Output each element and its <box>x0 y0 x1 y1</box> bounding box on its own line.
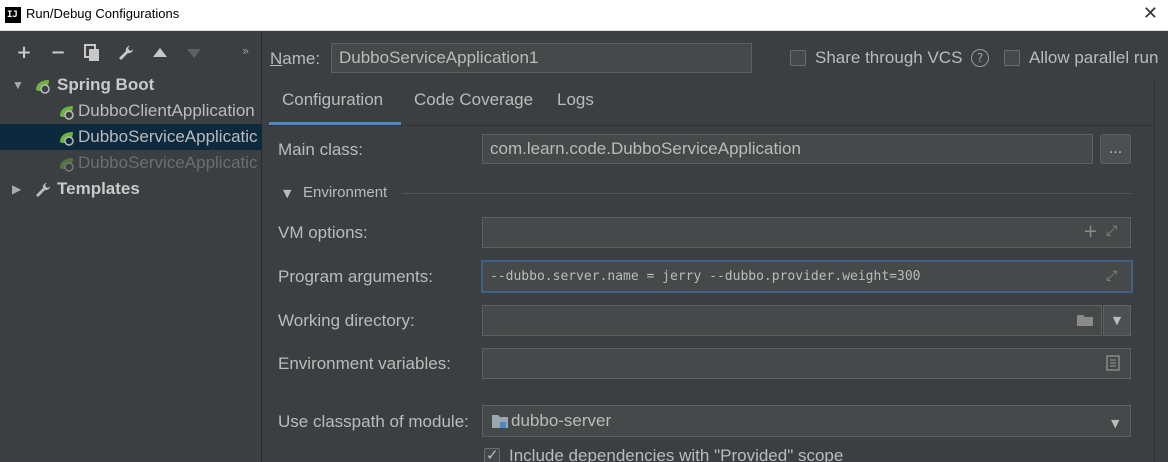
copy-configuration-icon[interactable] <box>81 42 103 64</box>
share-vcs-label: Share through VCS <box>815 48 963 67</box>
spring-boot-icon <box>36 80 50 94</box>
browse-main-class-button[interactable]: ... <box>1100 134 1131 164</box>
spring-boot-run-icon <box>60 106 74 120</box>
working-directory-input[interactable] <box>482 305 1102 336</box>
move-down-icon[interactable] <box>183 42 205 64</box>
close-icon[interactable]: ✕ <box>1143 3 1158 24</box>
include-provided-deps-label: Include dependencies with "Provided" sco… <box>509 446 844 462</box>
main-class-label: Main class: <box>278 140 364 159</box>
program-arguments-label: Program arguments: <box>278 267 433 286</box>
vertical-scrollbar[interactable] <box>1154 78 1168 462</box>
vm-options-label: VM options: <box>278 223 368 242</box>
tab-logs[interactable]: Logs <box>557 90 594 110</box>
tree-label-templates: Templates <box>57 179 140 198</box>
add-vm-option-icon[interactable]: + <box>1083 221 1098 242</box>
module-folder-icon <box>492 415 508 428</box>
program-arguments-input[interactable]: --dubbo.server.name = jerry --dubbo.prov… <box>481 260 1133 293</box>
configurations-sidebar: + − » ▼ Spring Boot DubboClientApplicati… <box>0 32 262 462</box>
spring-boot-run-icon <box>60 132 74 146</box>
add-configuration-button[interactable]: + <box>13 42 35 64</box>
environment-variables-input[interactable] <box>482 348 1131 379</box>
environment-variables-label: Environment variables: <box>278 354 451 373</box>
include-provided-deps-checkbox[interactable] <box>484 446 500 462</box>
tree-label-spring-boot: Spring Boot <box>57 75 155 94</box>
name-label: Name: <box>270 49 321 68</box>
allow-parallel-run-checkbox[interactable] <box>1004 50 1020 66</box>
section-expanded-arrow-icon[interactable]: ▼ <box>283 187 291 200</box>
chevron-down-icon[interactable]: ▼ <box>1103 305 1131 336</box>
main-class-input[interactable]: com.learn.code.DubboServiceApplication <box>482 134 1093 164</box>
spring-boot-run-icon <box>60 158 74 172</box>
remove-configuration-button[interactable]: − <box>47 42 69 64</box>
wrench-icon <box>36 182 51 197</box>
tree-node-spring-boot[interactable]: ▼ Spring Boot <box>0 72 262 98</box>
window-title: Run/Debug Configurations <box>26 6 180 21</box>
move-up-icon[interactable] <box>149 42 171 64</box>
wrench-edit-defaults-icon[interactable] <box>115 42 137 64</box>
allow-parallel-run-label: Allow parallel run <box>1029 48 1159 67</box>
tree-item-dubbo-client[interactable]: DubboClientApplication <box>0 98 262 124</box>
edit-variables-icon[interactable] <box>1106 355 1120 371</box>
classpath-module-label: Use classpath of module: <box>278 412 469 431</box>
tab-code-coverage[interactable]: Code Coverage <box>414 90 533 110</box>
expand-field-icon[interactable]: ⤢ <box>1106 268 1117 284</box>
chevron-down-icon[interactable]: ▼ <box>1111 417 1119 430</box>
tabs-bar <box>269 78 1160 124</box>
intellij-app-icon: IJ <box>5 7 21 23</box>
tree-node-templates[interactable]: ▶ Templates <box>0 176 262 202</box>
vm-options-input[interactable] <box>482 217 1131 248</box>
configurations-tree: ▼ Spring Boot DubboClientApplication Dub… <box>0 72 262 202</box>
classpath-module-select[interactable]: dubbo-server <box>482 405 1131 437</box>
collapsed-arrow-icon[interactable]: ▶ <box>12 176 21 202</box>
classpath-module-value: dubbo-server <box>511 411 612 430</box>
configuration-name-input[interactable]: DubboServiceApplication1 <box>331 43 752 73</box>
environment-section-title[interactable]: Environment <box>303 184 387 201</box>
tree-item-label: DubboServiceApplicatic <box>78 153 258 172</box>
tree-item-dubbo-service-temporary[interactable]: DubboServiceApplicatic <box>0 150 262 176</box>
configuration-editor: Name: DubboServiceApplication1 Share thr… <box>263 32 1168 462</box>
title-bar: IJ Run/Debug Configurations ✕ <box>0 0 1168 31</box>
toolbar-overflow-button[interactable]: » <box>242 44 249 58</box>
tree-item-dubbo-service-selected[interactable]: DubboServiceApplicatic <box>0 124 262 150</box>
tree-item-label: DubboServiceApplicatic <box>78 127 258 146</box>
sidebar-toolbar: + − » <box>0 32 262 72</box>
help-icon[interactable]: ? <box>971 49 989 67</box>
tab-configuration[interactable]: Configuration <box>282 90 383 110</box>
section-divider <box>403 193 1131 194</box>
folder-icon[interactable] <box>1076 313 1094 327</box>
expand-field-icon[interactable]: ⤢ <box>1106 223 1117 239</box>
share-vcs-checkbox[interactable] <box>790 50 806 66</box>
tree-item-label: DubboClientApplication <box>78 101 255 120</box>
working-directory-label: Working directory: <box>278 311 415 330</box>
expanded-arrow-icon[interactable]: ▼ <box>12 72 24 98</box>
